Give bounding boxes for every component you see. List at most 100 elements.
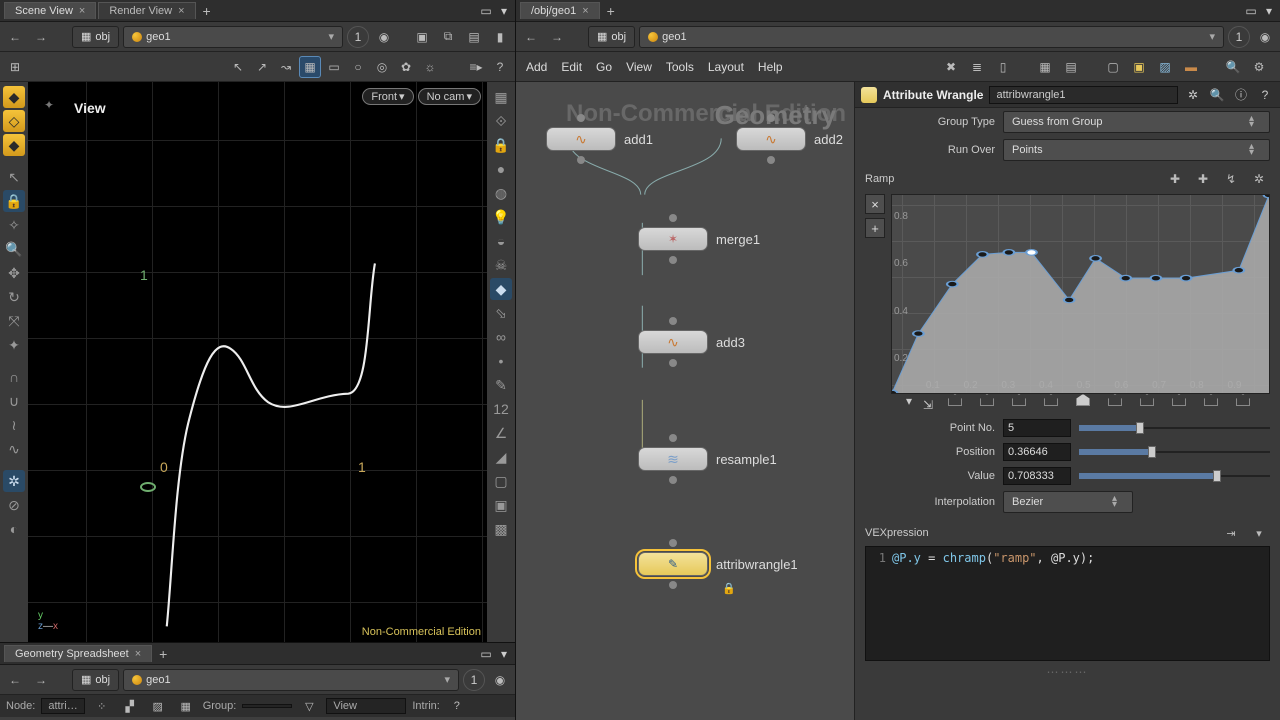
wrench-icon[interactable]: ✖ <box>940 56 962 78</box>
menu-icon[interactable]: ▾ <box>1262 4 1276 18</box>
ramp-graph[interactable]: 0.8 0.6 0.4 0.2 0.1 0.2 0.3 0.4 0.5 0.6 … <box>891 194 1270 394</box>
vex-editor[interactable]: 1@P.y = chramp("ramp", @P.y); <box>865 546 1270 661</box>
forward-button[interactable]: → <box>546 26 568 48</box>
block-icon[interactable]: ▮ <box>489 26 511 48</box>
construction-icon[interactable]: ✲ <box>3 470 25 492</box>
tab-network[interactable]: /obj/geo1 × <box>520 2 600 19</box>
ramp-key[interactable] <box>1131 394 1163 416</box>
eye-icon[interactable]: ◎ <box>371 56 393 78</box>
path-context[interactable]: ▦ obj <box>72 26 119 48</box>
rotate-icon[interactable]: ↻ <box>3 286 25 308</box>
ramp-key[interactable] <box>1099 394 1131 416</box>
resize-grip[interactable]: ⋯⋯⋯ <box>855 667 1280 677</box>
dot-icon[interactable]: • <box>490 350 512 372</box>
add-point2-icon[interactable]: ✚ <box>1192 168 1214 190</box>
record-icon[interactable]: ◉ <box>1254 26 1276 48</box>
lock-icon[interactable]: 🔒 <box>490 134 512 156</box>
ramp-key[interactable] <box>1035 394 1067 416</box>
close-icon[interactable]: × <box>582 5 588 17</box>
shadow-icon[interactable]: ◢ <box>490 446 512 468</box>
position-field[interactable] <box>1003 443 1071 461</box>
move-icon[interactable]: ✥ <box>3 262 25 284</box>
search-icon[interactable]: 🔍 <box>1222 56 1244 78</box>
menu-add[interactable]: Add <box>526 60 547 74</box>
sculpt-tool-icon[interactable]: ◆ <box>3 134 25 156</box>
pointno-field[interactable] <box>1003 419 1071 437</box>
bg-icon[interactable]: ▩ <box>490 518 512 540</box>
menu-icon[interactable]: ▾ <box>497 647 511 661</box>
value-field[interactable] <box>1003 467 1071 485</box>
add-point-button[interactable]: + <box>865 218 885 238</box>
shelf-icon[interactable]: ⧉ <box>437 26 459 48</box>
axis-icon[interactable]: ✦ <box>3 334 25 356</box>
node-add3[interactable]: ∿ add3 <box>638 330 745 354</box>
list-icon[interactable]: ≣ <box>966 56 988 78</box>
gear-icon[interactable]: ✲ <box>1184 88 1202 102</box>
page-icon[interactable]: ▯ <box>992 56 1014 78</box>
node-attribwrangle1[interactable]: ✎ attribwrangle1 🔒 <box>638 552 798 576</box>
grid-icon[interactable]: ▦ <box>1034 56 1056 78</box>
target-icon[interactable]: ✧ <box>3 214 25 236</box>
path-node[interactable]: geo1 ▾ <box>123 26 343 48</box>
node-add2[interactable]: ∿ add2 <box>736 127 843 151</box>
grid-icon[interactable]: ⊞ <box>4 56 26 78</box>
ramp-markers[interactable]: ▾ ⇲ <box>855 394 1280 416</box>
snap3-icon[interactable]: ≀ <box>3 414 25 436</box>
add-tab-button[interactable]: + <box>198 3 216 19</box>
ramp-key[interactable] <box>971 394 1003 416</box>
vex-menu-icon[interactable]: ▾ <box>1248 522 1270 544</box>
gizmo-icon[interactable]: ⟐ <box>490 110 512 132</box>
search-icon[interactable]: 🔍 <box>3 238 25 260</box>
link-icon[interactable]: ∞ <box>490 326 512 348</box>
filter-icon[interactable]: ≡▸ <box>465 56 487 78</box>
menu-help[interactable]: Help <box>758 60 783 74</box>
chevron-down-icon[interactable]: ▾ <box>444 673 450 686</box>
viewport[interactable]: ✦ View Front▾ No cam▾ 0 1 1 y z—x Non-Co <box>28 82 487 642</box>
pin-button[interactable]: 1 <box>463 669 485 691</box>
help-icon[interactable]: ? <box>446 695 468 717</box>
settings-icon[interactable]: ⚙ <box>1248 56 1270 78</box>
pin-button[interactable]: 1 <box>347 26 369 48</box>
snap2-icon[interactable]: ∪ <box>3 390 25 412</box>
snap4-icon[interactable]: ∿ <box>3 438 25 460</box>
minimize-icon[interactable]: ▭ <box>1244 4 1258 18</box>
menu-edit[interactable]: Edit <box>561 60 582 74</box>
path-node[interactable]: geo1 ▾ <box>123 669 459 691</box>
path-context[interactable]: ▦ obj <box>72 669 119 691</box>
chevron-down-icon[interactable]: ▾ <box>1209 30 1215 43</box>
search-icon[interactable]: 🔍 <box>1208 88 1226 102</box>
lasso-icon[interactable]: ↗ <box>251 56 273 78</box>
ramp-key[interactable] <box>1227 394 1259 416</box>
interp-dropdown[interactable]: Bezier ▴▾ <box>1003 491 1133 513</box>
value-slider[interactable] <box>1079 467 1270 485</box>
paint-icon[interactable]: ↝ <box>275 56 297 78</box>
skull-icon[interactable]: ☠ <box>490 254 512 276</box>
network-view[interactable]: Non-Commercial Edition Geometry ∿ add1 ∿… <box>516 82 854 720</box>
box-icon[interactable]: ▢ <box>490 470 512 492</box>
funnel-icon[interactable]: ▽ <box>298 695 320 717</box>
ramp-key[interactable] <box>939 394 971 416</box>
node-field[interactable]: attri… <box>41 698 84 714</box>
close-icon[interactable]: × <box>178 5 184 17</box>
table-icon[interactable]: ▤ <box>1060 56 1082 78</box>
view-field[interactable]: View <box>326 698 406 714</box>
toon-icon[interactable]: ◒ <box>490 230 512 252</box>
twelve-icon[interactable]: 12 <box>490 398 512 420</box>
ramp-key[interactable] <box>1003 394 1035 416</box>
ramp-key-selected[interactable] <box>1067 394 1099 416</box>
back-button[interactable]: ← <box>4 669 26 691</box>
back-button[interactable]: ← <box>520 26 542 48</box>
brush-tool-icon[interactable]: ◇ <box>3 110 25 132</box>
display-icon[interactable]: ▦ <box>490 86 512 108</box>
sticky-icon[interactable]: ▣ <box>1128 56 1150 78</box>
tab-render-view[interactable]: Render View × <box>98 2 195 19</box>
group-field[interactable] <box>242 704 292 708</box>
node-resample1[interactable]: ≋ resample1 <box>638 447 777 471</box>
add-tab-button[interactable]: + <box>602 3 620 19</box>
help-icon[interactable]: ? <box>489 56 511 78</box>
add-point-icon[interactable]: ✚ <box>1164 168 1186 190</box>
chevron-down-icon[interactable]: ▾ <box>328 30 334 43</box>
menu-go[interactable]: Go <box>596 60 612 74</box>
expand-icon[interactable]: ⇲ <box>917 394 939 416</box>
detail-icon[interactable]: ▦ <box>175 695 197 717</box>
